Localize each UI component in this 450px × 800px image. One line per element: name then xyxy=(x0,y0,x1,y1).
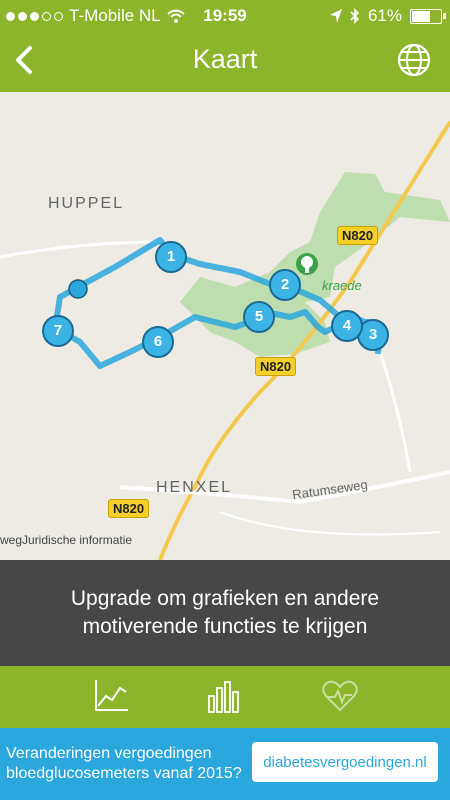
road-minor-3 xyxy=(219,511,441,536)
route-start-marker xyxy=(68,279,88,299)
waypoint-4[interactable]: 4 xyxy=(331,310,363,342)
waypoint-number: 6 xyxy=(153,333,163,350)
waypoint-number: 1 xyxy=(166,248,176,265)
map-view[interactable]: HUPPEL HENXEL kraede N820 N820 N820 Ratu… xyxy=(0,92,450,560)
road-label: N820 xyxy=(108,499,150,518)
tab-bar xyxy=(0,666,450,728)
legal-text: Juridische informatie xyxy=(22,533,133,547)
park-tree-icon xyxy=(296,253,318,275)
legal-prefix: weg xyxy=(0,533,23,547)
globe-icon[interactable] xyxy=(396,42,432,78)
waypoint-number: 7 xyxy=(53,322,63,339)
waypoint-7[interactable]: 7 xyxy=(42,315,74,347)
bluetooth-icon xyxy=(350,8,360,24)
location-icon xyxy=(329,9,342,23)
waypoint-number: 4 xyxy=(342,317,352,334)
road-label: N820 xyxy=(337,226,379,245)
line-chart-icon[interactable] xyxy=(92,678,132,714)
waypoint-1[interactable]: 1 xyxy=(155,241,187,273)
ad-link-button[interactable]: diabetesvergoedingen.nl xyxy=(252,742,438,782)
heart-icon[interactable] xyxy=(320,678,360,714)
upgrade-banner[interactable]: Upgrade om grafieken en andere motiveren… xyxy=(0,560,450,666)
page-title: Kaart xyxy=(192,44,258,74)
navigation-bar: Kaart xyxy=(0,32,450,92)
place-label: HENXEL xyxy=(156,479,233,496)
battery-icon xyxy=(410,8,446,24)
bar-chart-icon[interactable] xyxy=(205,678,245,714)
legal-info-link[interactable]: wegJuridische informatie xyxy=(0,533,132,547)
waypoint-number: 3 xyxy=(368,326,378,343)
road-label: N820 xyxy=(255,357,297,376)
waypoint-number: 5 xyxy=(254,308,264,325)
status-bar: T-Mobile NL 19:59 61% xyxy=(0,0,450,32)
ad-line-2: bloedglucosemeters vanaf 2015? xyxy=(6,765,242,782)
battery-percent: 61% xyxy=(367,6,402,25)
waypoint-5[interactable]: 5 xyxy=(243,301,275,333)
road-minor-2 xyxy=(378,351,412,473)
waypoint-6[interactable]: 6 xyxy=(142,326,174,358)
waypoint-2[interactable]: 2 xyxy=(269,269,301,301)
ad-line-1: Veranderingen vergoedingen xyxy=(6,745,212,762)
waypoint-number: 2 xyxy=(280,276,290,293)
advertisement-banner[interactable]: Veranderingen vergoedingen bloedglucosem… xyxy=(0,728,450,800)
ad-text: Veranderingen vergoedingen bloedglucosem… xyxy=(6,744,242,784)
place-label: HUPPEL xyxy=(48,195,125,212)
top-bar: T-Mobile NL 19:59 61% Kaart xyxy=(0,0,450,92)
place-label: kraede xyxy=(322,278,362,293)
upgrade-text: Upgrade om grafieken en andere motiveren… xyxy=(70,587,380,638)
